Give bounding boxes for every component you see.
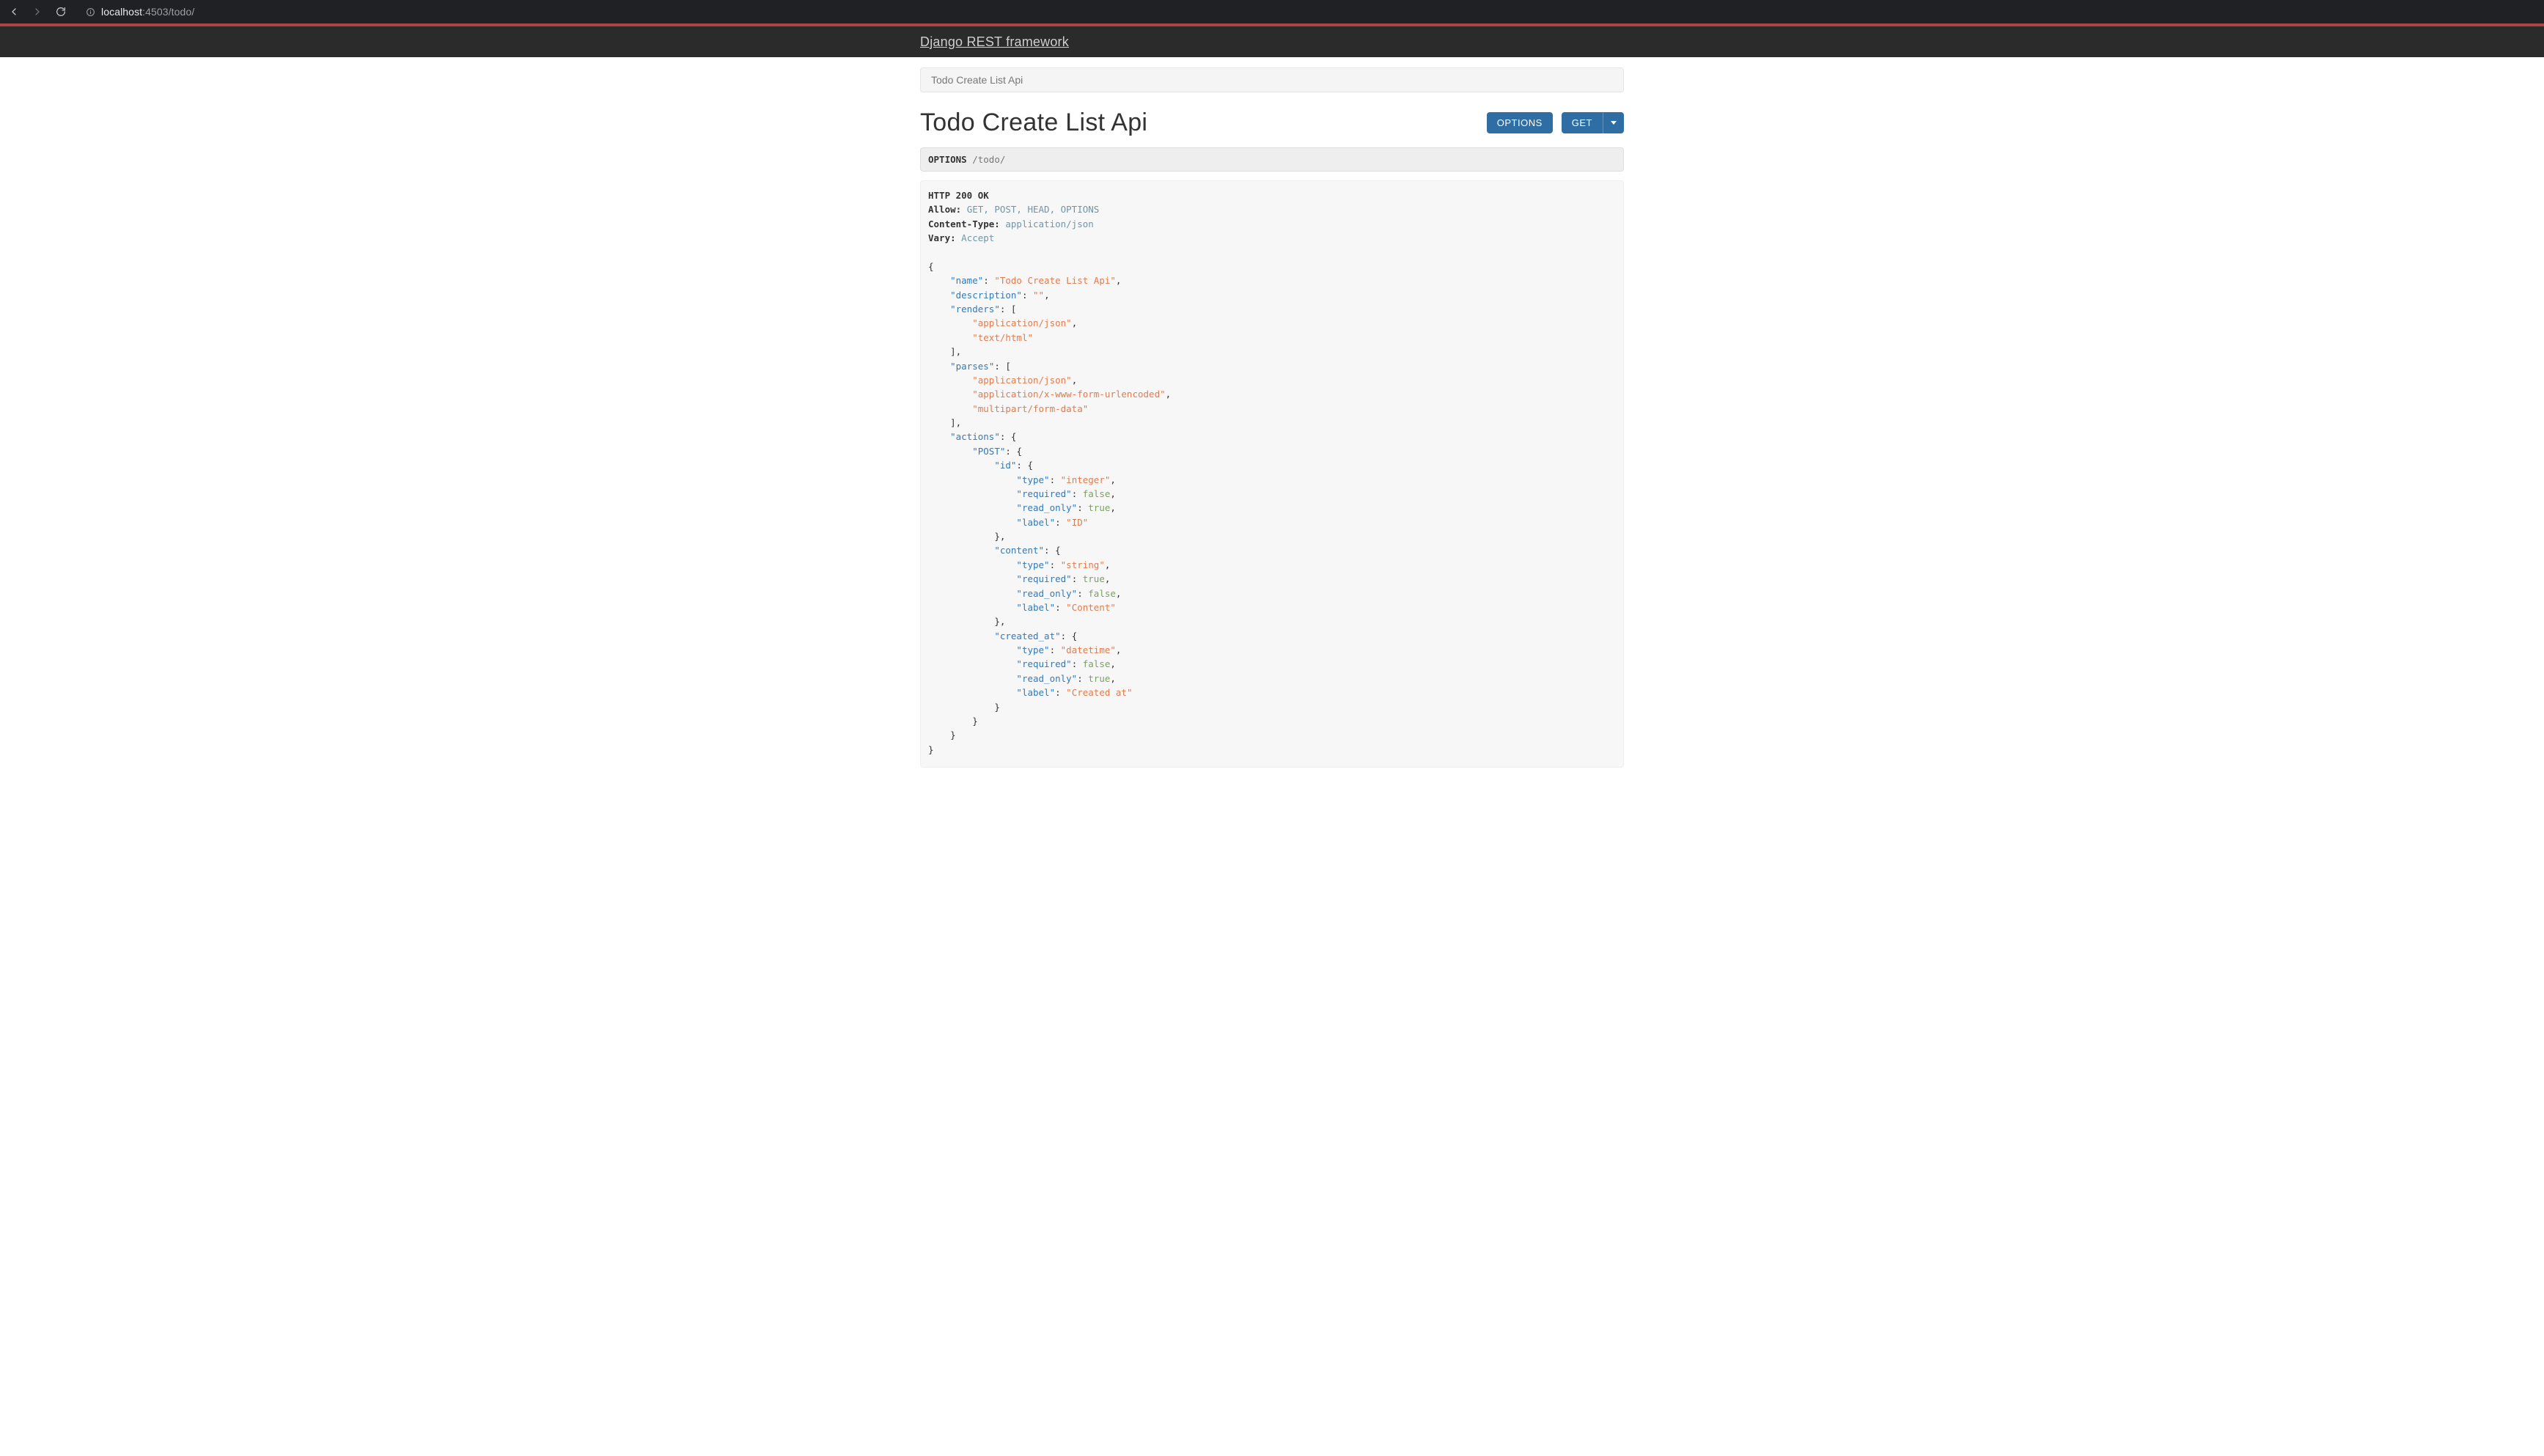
app-topbar: Django REST framework (0, 26, 2544, 57)
request-line: OPTIONS /todo/ (920, 147, 1624, 172)
request-path: /todo/ (972, 154, 1005, 165)
request-method: OPTIONS (928, 154, 967, 165)
browser-url: localhost:4503/todo/ (101, 6, 194, 18)
browser-chrome: localhost:4503/todo/ (0, 0, 2544, 23)
browser-reload-button[interactable] (54, 5, 67, 18)
brand-link[interactable]: Django REST framework (920, 34, 1069, 50)
browser-forward-button[interactable] (31, 5, 44, 18)
site-info-icon (85, 7, 95, 17)
browser-back-button[interactable] (7, 5, 21, 18)
response-body: HTTP 200 OK Allow: GET, POST, HEAD, OPTI… (928, 188, 1616, 757)
breadcrumb: Todo Create List Api (920, 67, 1624, 92)
action-buttons: OPTIONS GET (1487, 112, 1624, 133)
get-button[interactable]: GET (1562, 112, 1603, 133)
response-panel: HTTP 200 OK Allow: GET, POST, HEAD, OPTI… (920, 180, 1624, 768)
browser-address-bar[interactable]: localhost:4503/todo/ (78, 3, 2537, 21)
options-button[interactable]: OPTIONS (1487, 112, 1553, 133)
page-title: Todo Create List Api (920, 109, 1147, 137)
breadcrumb-current: Todo Create List Api (931, 74, 1023, 86)
chevron-down-icon (1611, 121, 1617, 125)
get-dropdown-toggle[interactable] (1603, 112, 1624, 133)
